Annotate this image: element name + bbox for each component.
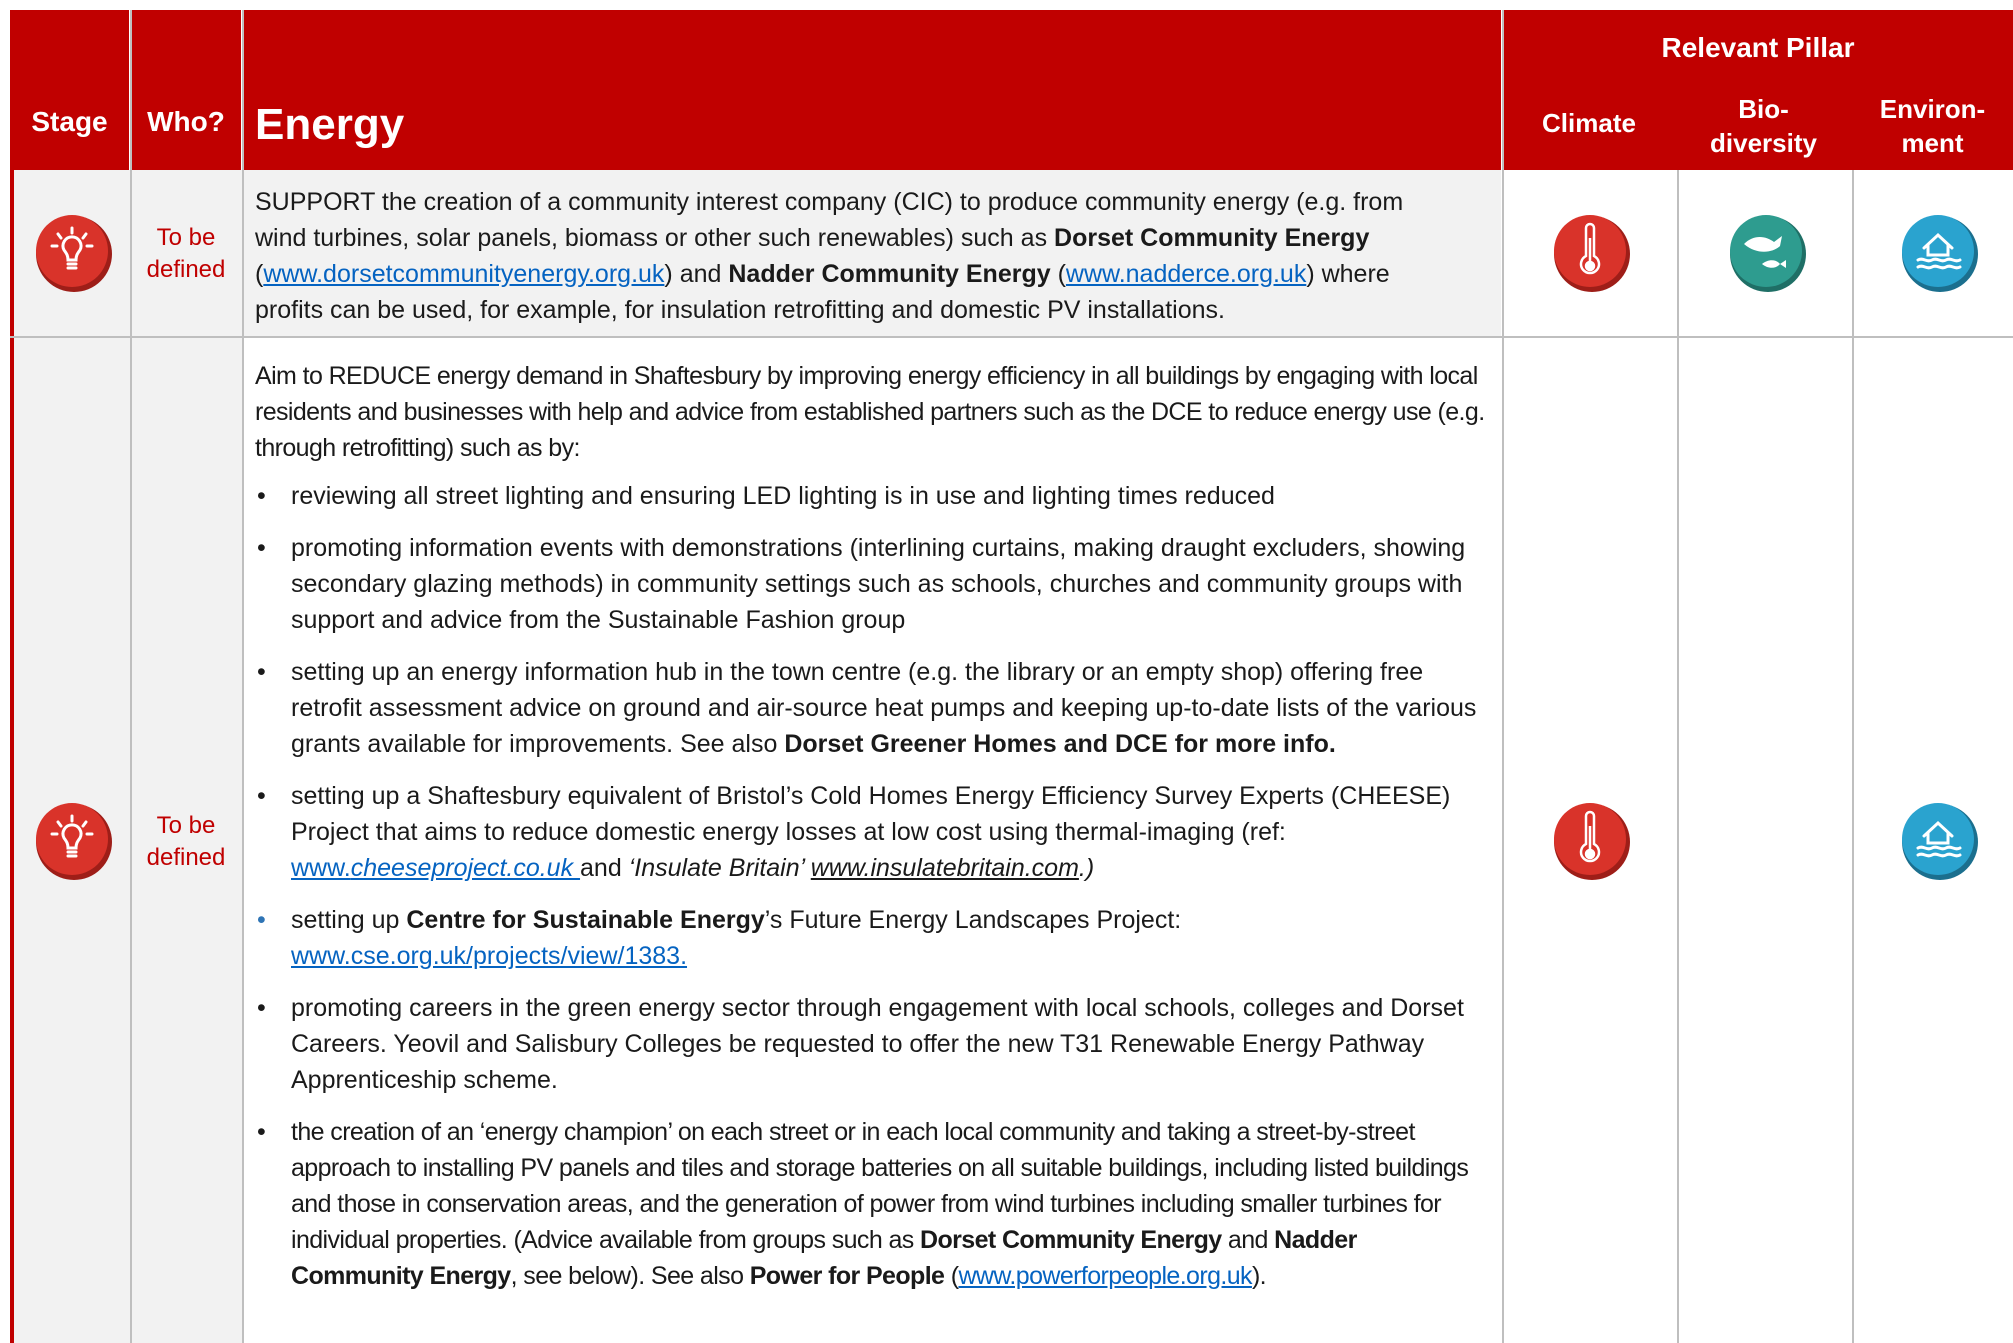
pillar-climate-label: Climate [1542,108,1636,138]
bullet-text: ( [944,1262,959,1290]
bullet-text: .) [1078,854,1095,882]
row2-intro: Aim to REDUCE energy demand in Shaftesbu… [255,362,1485,462]
row1-text: ) and [664,260,729,288]
energy-action-table: Stage Who? Energy Relevant Pillar Climat… [0,0,2013,1343]
dorset-community-energy-link[interactable]: www.dorsetcommunityenergy.org.uk [263,260,664,288]
thermometer-icon [1552,802,1632,882]
pillar-env-line1: Environ- [1879,94,1986,124]
flooded-house-icon [1900,802,1980,882]
org-name: Dorset Community Energy [1054,224,1370,252]
pillar-biodiversity-label: Bio- diversity [1677,92,1850,160]
bullet-bold: Centre for Sustainable Energy [406,906,765,934]
pillar-environment-label: Environ- ment [1852,92,2013,160]
whale-fish-icon [1728,214,1808,294]
insulate-britain-link[interactable]: www.insulatebritain.com [811,854,1079,882]
who-line2: defined [146,844,226,871]
header-stage-cell: Stage [10,10,129,170]
bullet-text: setting up a Shaftesbury equivalent of B… [291,782,1451,846]
nadderce-link[interactable]: www.nadderce.org.uk [1066,260,1306,288]
list-item: promoting information events with demons… [257,530,1495,638]
thermometer-icon [1552,214,1632,294]
bullet-italic: ‘Insulate Britain’ [628,854,811,882]
cheese-project-link[interactable]: www.cheeseproject.co.uk [291,854,580,882]
row1-text: ) where [1306,260,1390,288]
pillar-heading: Relevant Pillar [1661,32,1855,63]
row1-action-text: SUPPORT the creation of a community inte… [255,184,1495,328]
header-who-label: Who? [147,106,225,137]
list-item: setting up an energy information hub in … [257,654,1495,762]
table-left-border [10,10,14,1343]
bullet-bold: Dorset Greener Homes and DCE for more in… [784,730,1336,758]
row1-line: profits can be used, for example, for in… [255,296,1225,324]
list-item: setting up Centre for Sustainable Energy… [257,902,1495,974]
row2-who: To be defined [131,810,241,874]
pillar-bio-line2: diversity [1710,128,1817,158]
bullet-text: setting up [291,906,407,934]
header-pillar-cell: Relevant Pillar Climate Bio- diversity E… [1503,10,2013,170]
who-line1: To be [156,224,216,251]
list-item: promoting careers in the green energy se… [257,990,1495,1098]
row2-action-text: Aim to REDUCE energy demand in Shaftesbu… [255,358,1495,1310]
bullet-text: ’s Future Energy Landscapes Project: [764,906,1182,934]
row1-line: wind turbines, solar panels, biomass or … [255,220,1495,256]
section-title: Energy [255,100,405,149]
link-part: cheeseproject.co.uk [350,854,581,882]
bullet-bold: Power for People [749,1262,945,1290]
flooded-house-icon [1900,214,1980,294]
bullet-text: and [580,854,629,882]
bullet-text: , see below). See also [510,1262,750,1290]
action-bullet-list: reviewing all street lighting and ensuri… [255,478,1495,1294]
who-line1: To be [156,812,216,839]
row1-line: ( www.dorsetcommunityenergy.org.uk) and N… [255,256,1495,292]
bullet-bold: Dorset Community Energy [920,1226,1222,1254]
list-item: setting up a Shaftesbury equivalent of B… [257,778,1495,886]
row1-line: SUPPORT the creation of a community inte… [255,188,1404,216]
power-for-people-link[interactable]: www.powerforpeople.org.uk [958,1262,1252,1290]
bullet-text: ). [1251,1262,1267,1290]
who-line2: defined [146,256,226,283]
org-name: Nadder Community Energy [728,260,1051,288]
row1-text: wind turbines, solar panels, biomass or … [255,224,1055,252]
pillar-env-line2: ment [1901,128,1964,158]
header-stage-label: Stage [31,106,108,137]
column-divider [130,10,132,1343]
bullet-text: and [1221,1226,1275,1254]
cse-project-link[interactable]: www.cse.org.uk/projects/view/1383. [291,942,687,970]
column-divider [1852,170,1854,1343]
lightbulb-icon [34,802,114,882]
column-divider [1502,10,1504,1343]
list-item: the creation of an ‘energy champion’ on … [257,1114,1495,1294]
row-divider [10,336,2013,338]
lightbulb-icon [34,214,114,294]
row1-text: ( [1050,260,1066,288]
header-topic-cell: Energy [243,10,1501,170]
row1-who: To be defined [131,222,241,286]
header-who-cell: Who? [131,10,241,170]
column-divider [242,10,244,1343]
list-item: reviewing all street lighting and ensuri… [257,478,1495,514]
column-divider [1677,170,1679,1343]
link-part: www. [291,854,351,882]
pillar-bio-line1: Bio- [1738,94,1789,124]
